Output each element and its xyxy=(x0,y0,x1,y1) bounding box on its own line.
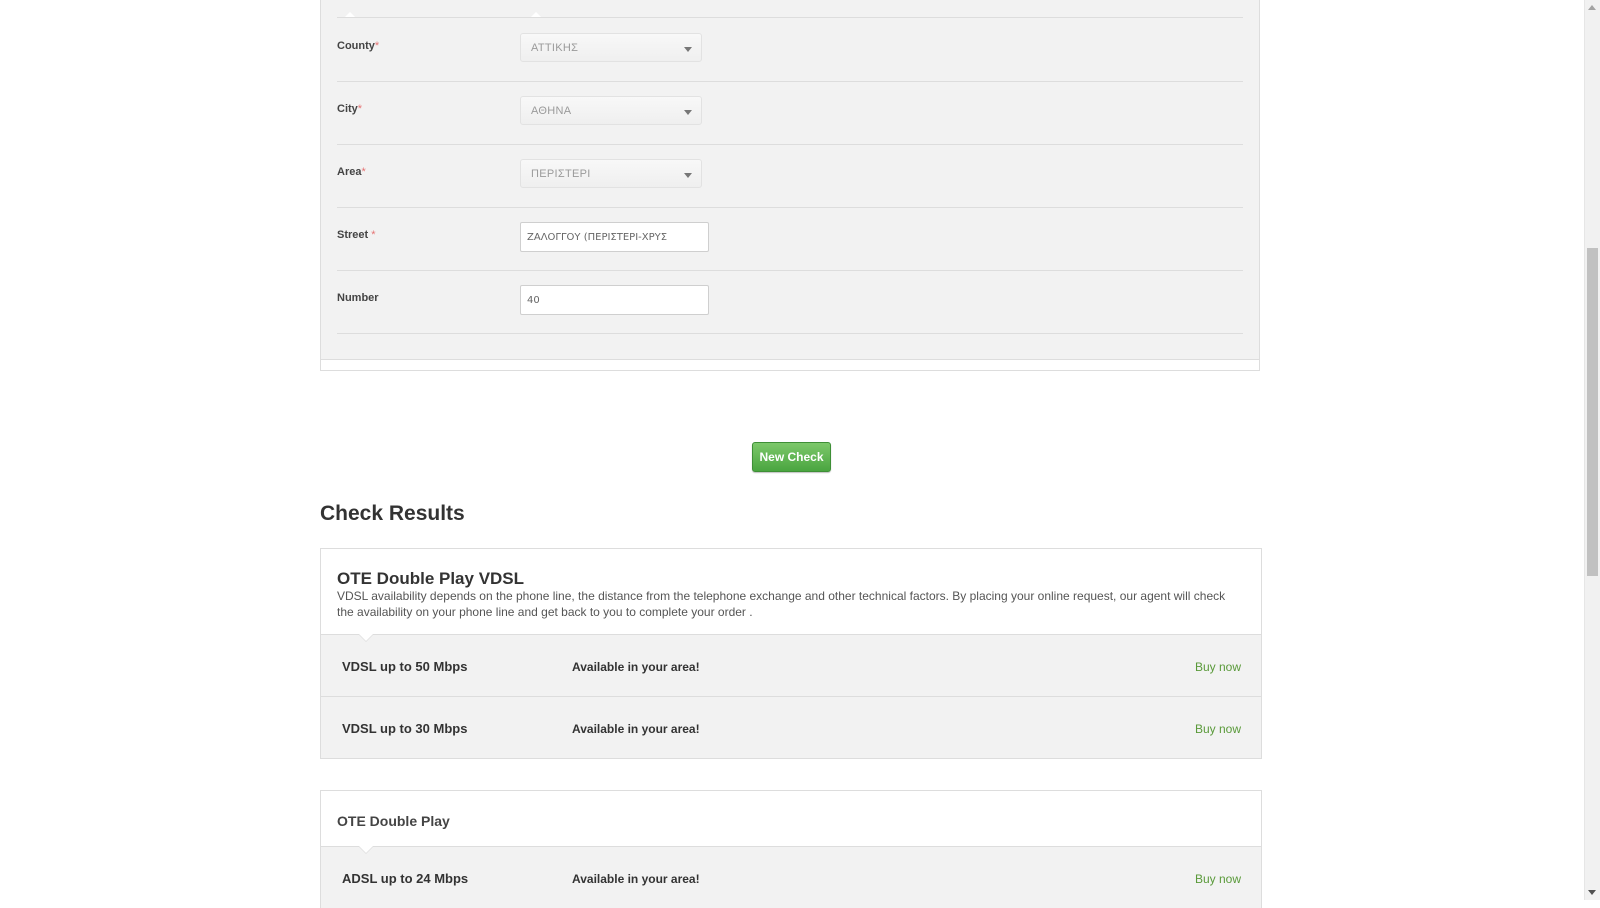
form-row-city: City* ΑΘΗΝΑ xyxy=(337,81,1243,145)
county-select[interactable]: ΑΤΤΙΚΗΣ xyxy=(520,33,702,62)
form-row-county: County* ΑΤΤΙΚΗΣ xyxy=(337,18,1243,82)
city-select-value: ΑΘΗΝΑ xyxy=(531,105,572,117)
scrollbar-thumb[interactable] xyxy=(1587,248,1598,576)
number-input[interactable] xyxy=(520,285,709,315)
buy-now-link[interactable]: Buy now xyxy=(1195,722,1241,736)
result-card-title: OTE Double Play xyxy=(337,813,450,829)
offer-availability: Available in your area! xyxy=(572,660,700,674)
scroll-up-arrow-icon[interactable] xyxy=(1588,5,1596,10)
area-select-value: ΠΕΡΙΣΤΕΡΙ xyxy=(531,168,591,180)
offer-row: VDSL up to 30 Mbps Available in your are… xyxy=(321,696,1261,758)
number-label: Number xyxy=(337,292,379,304)
panel-footer-strip xyxy=(321,359,1259,370)
offer-row: ADSL up to 24 Mbps Available in your are… xyxy=(321,846,1261,908)
street-input[interactable] xyxy=(520,222,709,252)
result-card-title: OTE Double Play VDSL xyxy=(337,569,525,588)
offer-row: VDSL up to 50 Mbps Available in your are… xyxy=(321,634,1261,696)
check-results-title: Check Results xyxy=(320,502,465,525)
area-select[interactable]: ΠΕΡΙΣΤΕΡΙ xyxy=(520,159,702,188)
chevron-down-icon xyxy=(684,110,692,115)
form-row-area: Area* ΠΕΡΙΣΤΕΡΙ xyxy=(337,144,1243,208)
scroll-down-arrow-icon[interactable] xyxy=(1588,890,1596,895)
result-card-description: VDSL availability depends on the phone l… xyxy=(337,589,1226,619)
new-check-button[interactable]: New Check xyxy=(752,442,831,472)
area-label: Area* xyxy=(337,166,366,178)
city-label: City* xyxy=(337,103,363,115)
form-row-number: Number xyxy=(337,270,1243,334)
vertical-scrollbar[interactable] xyxy=(1584,0,1600,900)
result-card-header: OTE Double Play VDSL VDSL availability d… xyxy=(321,549,1261,642)
offer-name: VDSL up to 30 Mbps xyxy=(342,721,468,736)
result-card-double-play: OTE Double Play ADSL up to 24 Mbps Avail… xyxy=(320,790,1262,908)
offer-name: VDSL up to 50 Mbps xyxy=(342,659,468,674)
county-label: County* xyxy=(337,40,380,52)
city-select[interactable]: ΑΘΗΝΑ xyxy=(520,96,702,125)
buy-now-link[interactable]: Buy now xyxy=(1195,872,1241,886)
street-label: Street * xyxy=(337,229,376,241)
county-select-value: ΑΤΤΙΚΗΣ xyxy=(531,42,579,54)
offer-name: ADSL up to 24 Mbps xyxy=(342,871,469,886)
offer-availability: Available in your area! xyxy=(572,872,700,886)
result-card-header: OTE Double Play xyxy=(321,791,1261,854)
chevron-down-icon xyxy=(684,47,692,52)
buy-now-link[interactable]: Buy now xyxy=(1195,660,1241,674)
chevron-down-icon xyxy=(684,173,692,178)
offer-availability: Available in your area! xyxy=(572,722,700,736)
form-row-street: Street * xyxy=(337,207,1243,271)
address-form-panel: County* ΑΤΤΙΚΗΣ City* ΑΘΗΝΑ Area* ΠΕΡΙΣΤ… xyxy=(320,0,1260,371)
result-card-vdsl: OTE Double Play VDSL VDSL availability d… xyxy=(320,548,1262,759)
